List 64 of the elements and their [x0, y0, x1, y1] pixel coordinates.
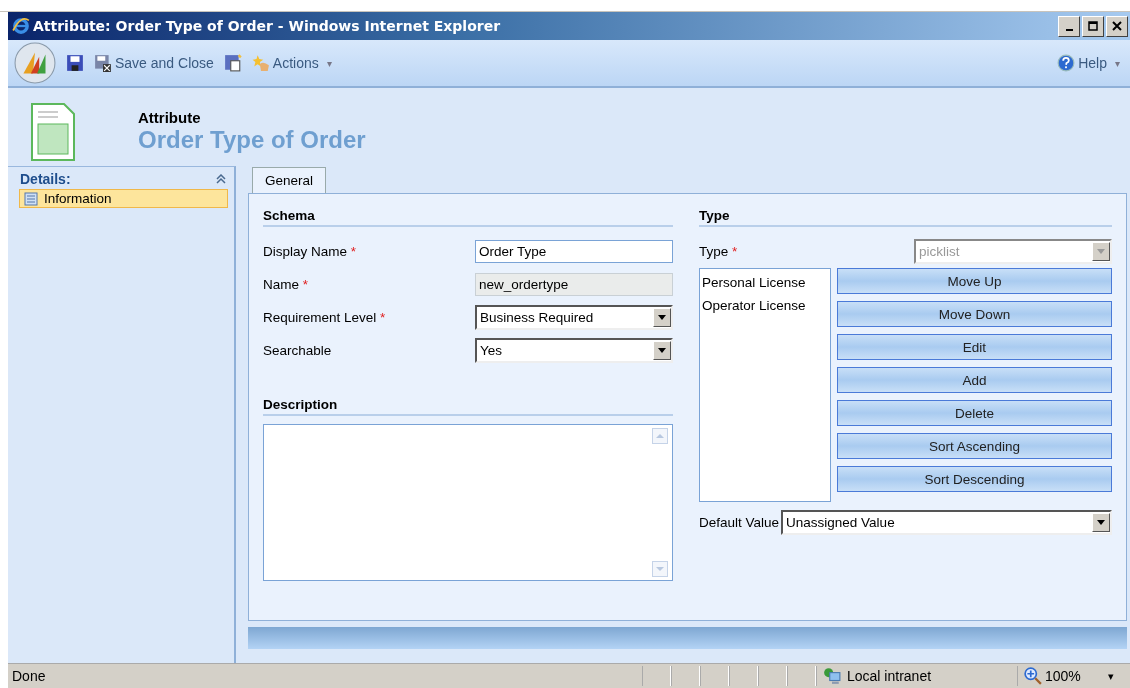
text-field[interactable]: Order Type — [475, 240, 673, 263]
close-icon — [1111, 20, 1123, 32]
save-icon[interactable] — [66, 54, 84, 72]
zoom-control[interactable]: 100% ▾ — [1017, 666, 1130, 686]
status-pane — [758, 666, 787, 686]
field-label: Requirement Level * — [263, 310, 386, 325]
section-heading: Type — [699, 208, 1112, 227]
field-label: Display Name * — [263, 244, 357, 259]
options-list[interactable]: Personal License Operator License — [699, 268, 831, 502]
minimize-icon — [1065, 29, 1073, 31]
save-close-icon — [94, 54, 112, 72]
record-title: Order Type of Order — [138, 125, 366, 154]
minimize-button[interactable] — [1058, 15, 1080, 37]
list-option[interactable]: Personal License — [702, 274, 828, 297]
sidebar-title: Details: — [20, 171, 71, 187]
list-option[interactable]: Operator License — [702, 297, 828, 320]
hand-star-icon — [251, 54, 270, 72]
browser-logo-icon — [12, 17, 30, 35]
network-computer-icon — [823, 667, 841, 685]
list-action-button[interactable]: Delete — [837, 400, 1112, 426]
tab[interactable]: General — [252, 167, 327, 193]
list-action-button[interactable]: Sort Ascending — [837, 433, 1112, 459]
sidebar-item[interactable]: Information — [19, 189, 228, 208]
status-pane — [700, 666, 729, 686]
maximize-icon — [1087, 20, 1099, 32]
readonly-field: new_ordertype — [475, 273, 673, 296]
collapse-icon[interactable] — [216, 174, 226, 184]
section-heading: Description — [263, 397, 673, 416]
entity-type-label: Attribute — [138, 108, 202, 126]
list-action-button[interactable]: Add — [837, 367, 1112, 393]
dropdown-arrow-icon — [1097, 249, 1105, 254]
save-new-icon[interactable] — [223, 54, 242, 72]
save-and-close-button[interactable]: Save and Close — [94, 54, 214, 72]
field-label: Name * — [263, 277, 309, 292]
maximize-button[interactable] — [1082, 15, 1104, 37]
close-button[interactable] — [1106, 15, 1128, 37]
app-logo-icon[interactable] — [14, 42, 56, 84]
section-heading: Schema — [263, 208, 673, 227]
list-action-button[interactable]: Edit — [837, 334, 1112, 360]
window-title: Attribute: Order Type of Order - Windows Internet Explorer — [33, 18, 501, 34]
status-pane — [671, 666, 700, 686]
default-value-dropdown[interactable]: Unassigned Value — [781, 510, 1112, 535]
form-icon — [24, 191, 38, 206]
actions-menu[interactable]: Actions ▾ — [251, 54, 332, 72]
document-icon — [28, 102, 78, 162]
field-label: Searchable — [263, 343, 332, 358]
status-text: Done — [11, 668, 47, 684]
dropdown-field[interactable]: Business Required — [475, 305, 673, 330]
dropdown-field[interactable]: Yes — [475, 338, 673, 363]
help-icon — [1057, 54, 1076, 72]
list-action-button[interactable]: Sort Descending — [837, 466, 1112, 492]
help-menu[interactable]: Help ▾ — [1057, 54, 1120, 72]
dropdown-arrow-icon — [658, 348, 666, 353]
list-action-button[interactable]: Move Down — [837, 301, 1112, 327]
security-zone: Local intranet — [816, 666, 1017, 686]
dropdown-arrow-icon — [1097, 520, 1105, 525]
magnifier-icon — [1024, 667, 1042, 685]
field-label: Type * — [699, 244, 738, 259]
status-pane — [642, 666, 671, 686]
list-action-button[interactable]: Move Up — [837, 268, 1112, 294]
status-pane — [729, 666, 758, 686]
dropdown-arrow-icon — [658, 315, 666, 320]
status-pane — [787, 666, 816, 686]
field-label: Default Value — [699, 515, 780, 530]
